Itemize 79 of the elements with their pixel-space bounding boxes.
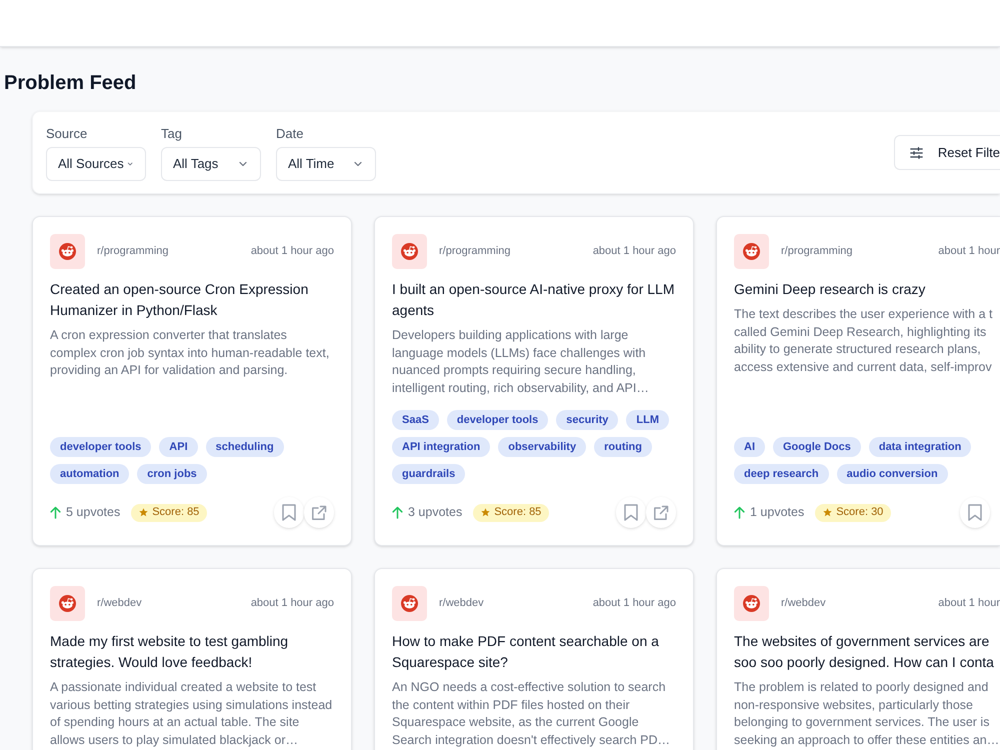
bookmark-button[interactable] [960,497,990,528]
upvote-count: 1 upvotes [750,504,804,522]
arrow-up-icon [50,506,61,519]
upvote-count: 5 upvotes [66,504,120,522]
tag-chip: deep research [734,464,829,484]
post-time: about 1 hour ago [250,596,334,612]
post-summary: A cron expression converter that translates complex cron job syntax into human-readable text, providing an API for validation and parsing. [50,327,330,379]
tag-chip: audio conversion [836,464,948,484]
post-time: about 1 hour ago [592,244,676,260]
external-link-icon [653,504,669,520]
bookmark-button[interactable] [616,497,646,528]
alien-face-icon [734,586,769,621]
tag-chip: developer tools [50,437,152,457]
tag-chip: cron jobs [137,464,207,484]
tag-chip: Google Docs [773,437,861,457]
alien-face-icon [50,234,85,269]
tag-chip: AI [734,437,765,457]
filter-label: Source [46,124,88,142]
post-summary: Developers building applications with large language models (LLMs) face challenges with nuanced prompts requiring secure handling, intelligent routing, rich observability, and API… [392,327,650,397]
source-label: r/webdev [781,596,826,612]
alien-face-icon [392,234,427,269]
filter-select[interactable]: All Tags [161,146,261,180]
tag-chip: API integration [392,437,490,457]
source-label: r/programming [439,244,511,260]
tag-chip: API [159,437,198,457]
bookmark-icon [624,504,638,521]
alien-face-icon [734,234,769,269]
filter-select[interactable]: All Time [276,146,376,180]
post-time: about 1 hour [938,596,1000,612]
tag-chip: security [556,410,618,430]
arrow-up-icon [392,506,403,519]
tag-chip: routing [594,437,652,457]
bookmark-icon [968,504,982,521]
external-link-icon [311,504,327,520]
source-label: r/webdev [97,596,142,612]
tag-chip: guardrails [392,464,466,484]
tag-chip: observability [498,437,586,457]
tag-chip: automation [50,464,130,484]
post-time: about 1 hour [938,244,1000,260]
open-link-button[interactable] [646,497,676,528]
reset-filters-button[interactable]: Reset Filte [894,135,1000,170]
post-title: How to make PDF content searchable on a Squarespace site? [392,632,660,672]
score-badge: Score: 85 [473,504,550,522]
tag-chip: scheduling [206,437,284,457]
post-time: about 1 hour ago [250,244,334,260]
post-title: I built an open-source AI-native proxy for LLM agents [392,280,676,320]
post-time: about 1 hour ago [592,596,676,612]
source-label: r/programming [781,244,853,260]
alien-face-icon [392,586,427,621]
post-title: Created an open-source Cron Expression Humanizer in Python/Flask [50,280,310,320]
star-icon [481,508,490,517]
source-label: r/programming [97,244,169,260]
sliders-icon [910,146,923,158]
star-icon [823,508,832,517]
post-title: The websites of government services are soo soo poorly designed. How can I conta [734,632,995,672]
post-title: Made my first website to test gambling strategies. Would love feedback! [50,632,290,672]
tag-chip: developer tools [446,410,548,430]
post-title: Gemini Deep research is crazy [734,280,926,299]
post-summary: A passionate individual created a website to test various betting strategies using simulations instead of spending hours at an actual table. The site allows users to play simulated blackjack or… [50,679,334,749]
bookmark-button[interactable] [274,497,304,528]
filter-label: Tag [161,124,182,142]
arrow-up-icon [734,506,745,519]
post-summary: The text describes the user experience with a t called Gemini Deep Research, highlighting its ability to generate structured research plans, access extensive and current data, self-improv [734,306,994,376]
filter-label: Date [276,124,304,142]
score-badge: Score: 30 [815,504,892,522]
bookmark-icon [282,504,296,521]
filter-select[interactable]: All Sources [46,146,146,180]
source-label: r/webdev [439,596,484,612]
alien-face-icon [50,586,85,621]
upvote-count: 3 upvotes [408,504,462,522]
tag-chip: data integration [868,437,972,457]
score-badge: Score: 85 [131,504,208,522]
page-title: Problem Feed [4,71,136,96]
post-summary: The problem is related to poorly designed and non-responsive websites, particularly those belonging to government services. The user is seeking an approach to offer these entities an… [734,679,1000,749]
tag-chip: SaaS [392,410,439,430]
tag-chip: LLM [626,410,670,430]
open-link-button[interactable] [304,497,334,528]
star-icon [139,508,148,517]
post-summary: An NGO needs a cost-effective solution to search the content within PDF files hosted on their Squarespace website, as the current Google Search integration doesn't effectively search PD… [392,679,671,749]
